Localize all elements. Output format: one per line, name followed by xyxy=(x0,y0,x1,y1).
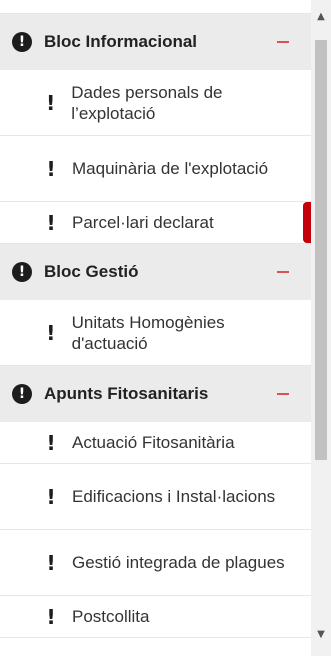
exclamation-icon: ! xyxy=(46,90,56,115)
menu-item-label: Unitats Homogènies d'actuació xyxy=(71,312,225,353)
exclamation-icon: ! xyxy=(46,320,56,345)
menu-item-unitats-homogenies[interactable]: ! Unitats Homogènies d'actuació xyxy=(0,300,311,366)
menu-item-parcellari-declarat[interactable]: ! Parcel·lari declarat xyxy=(0,202,311,244)
menu-item-label: Dades personals de l’explotació xyxy=(71,82,223,123)
menu-item-label: Actuació Fitosanitària xyxy=(72,433,235,452)
exclamation-circle-icon: ! xyxy=(12,262,32,282)
menu-item-gestio-integrada[interactable]: ! Gestió integrada de plagues xyxy=(0,530,311,596)
section-header-apunts-fitosanitaris[interactable]: ! Apunts Fitosanitaris xyxy=(0,366,311,422)
exclamation-icon: ! xyxy=(46,604,56,629)
section-header-bloc-informacional[interactable]: ! Bloc Informacional xyxy=(0,14,311,70)
scroll-down-arrow-icon[interactable]: ▼ xyxy=(311,626,331,642)
minus-icon[interactable] xyxy=(277,271,289,273)
scroll-up-arrow-icon[interactable]: ▲ xyxy=(311,8,331,24)
exclamation-circle-icon: ! xyxy=(12,384,32,404)
sidebar-menu: ! Bloc Informacional ! Dades personals d… xyxy=(0,0,311,656)
section-title: Bloc Gestió xyxy=(44,262,139,281)
section-header-bloc-gestio[interactable]: ! Bloc Gestió xyxy=(0,244,311,300)
menu-item-label: Maquinària de l'explotació xyxy=(72,159,269,178)
exclamation-circle-icon: ! xyxy=(12,32,32,52)
minus-icon[interactable] xyxy=(277,393,289,395)
exclamation-icon: ! xyxy=(46,430,56,455)
menu-item-maquinaria[interactable]: ! Maquinària de l'explotació xyxy=(0,136,311,202)
menu-item-label: Edificacions i Instal·lacions xyxy=(72,487,276,506)
section-title: Bloc Informacional xyxy=(44,32,198,51)
exclamation-icon: ! xyxy=(46,156,56,181)
menu-item-edificacions[interactable]: ! Edificacions i Instal·lacions xyxy=(0,464,311,530)
menu-item-label: Parcel·lari declarat xyxy=(72,213,214,232)
menu-item-actuacio-fitosanitaria[interactable]: ! Actuació Fitosanitària xyxy=(0,422,311,464)
section-title: Apunts Fitosanitaris xyxy=(44,384,209,403)
menu-item-dades-personals[interactable]: ! Dades personals de l’explotació xyxy=(0,70,311,136)
vertical-scrollbar[interactable]: ▲ ▼ xyxy=(311,0,331,656)
menu-item-label: Postcollita xyxy=(72,607,150,626)
menu-item-postcollita[interactable]: ! Postcollita xyxy=(0,596,311,638)
exclamation-icon: ! xyxy=(46,550,56,575)
exclamation-icon: ! xyxy=(46,210,56,235)
scrollbar-thumb[interactable] xyxy=(315,40,327,460)
exclamation-icon: ! xyxy=(46,484,56,509)
minus-icon[interactable] xyxy=(277,41,289,43)
menu-item-label: Gestió integrada de plagues xyxy=(72,553,285,572)
menu-top-strip xyxy=(0,0,311,14)
